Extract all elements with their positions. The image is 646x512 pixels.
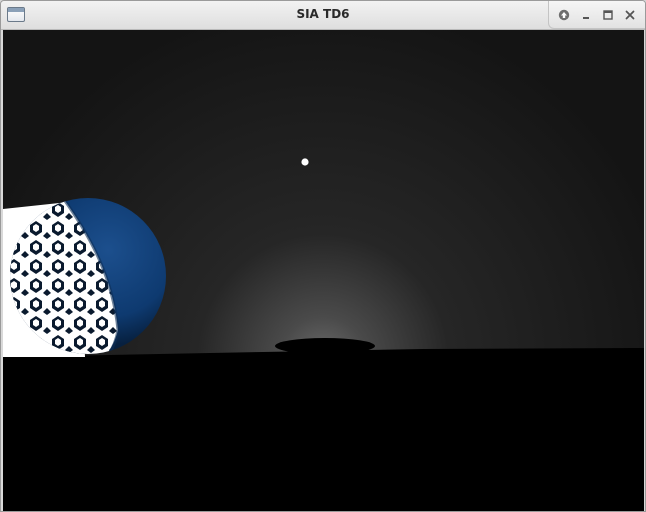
light-source bbox=[301, 158, 309, 166]
maximize-icon bbox=[603, 10, 613, 20]
maximize-button[interactable] bbox=[599, 6, 617, 24]
object-shadow bbox=[275, 338, 375, 354]
shade-button[interactable] bbox=[555, 6, 573, 24]
window-controls bbox=[548, 1, 645, 29]
ground-plane bbox=[3, 348, 644, 511]
minimize-icon bbox=[583, 17, 589, 19]
close-icon bbox=[625, 10, 635, 20]
close-button[interactable] bbox=[621, 6, 639, 24]
minimize-button[interactable] bbox=[577, 6, 595, 24]
arrow-up-icon bbox=[558, 9, 570, 21]
opengl-viewport[interactable] bbox=[3, 30, 644, 511]
application-window: SIA TD6 bbox=[0, 0, 646, 512]
rendered-scene bbox=[3, 30, 644, 511]
title-bar[interactable]: SIA TD6 bbox=[1, 1, 645, 30]
